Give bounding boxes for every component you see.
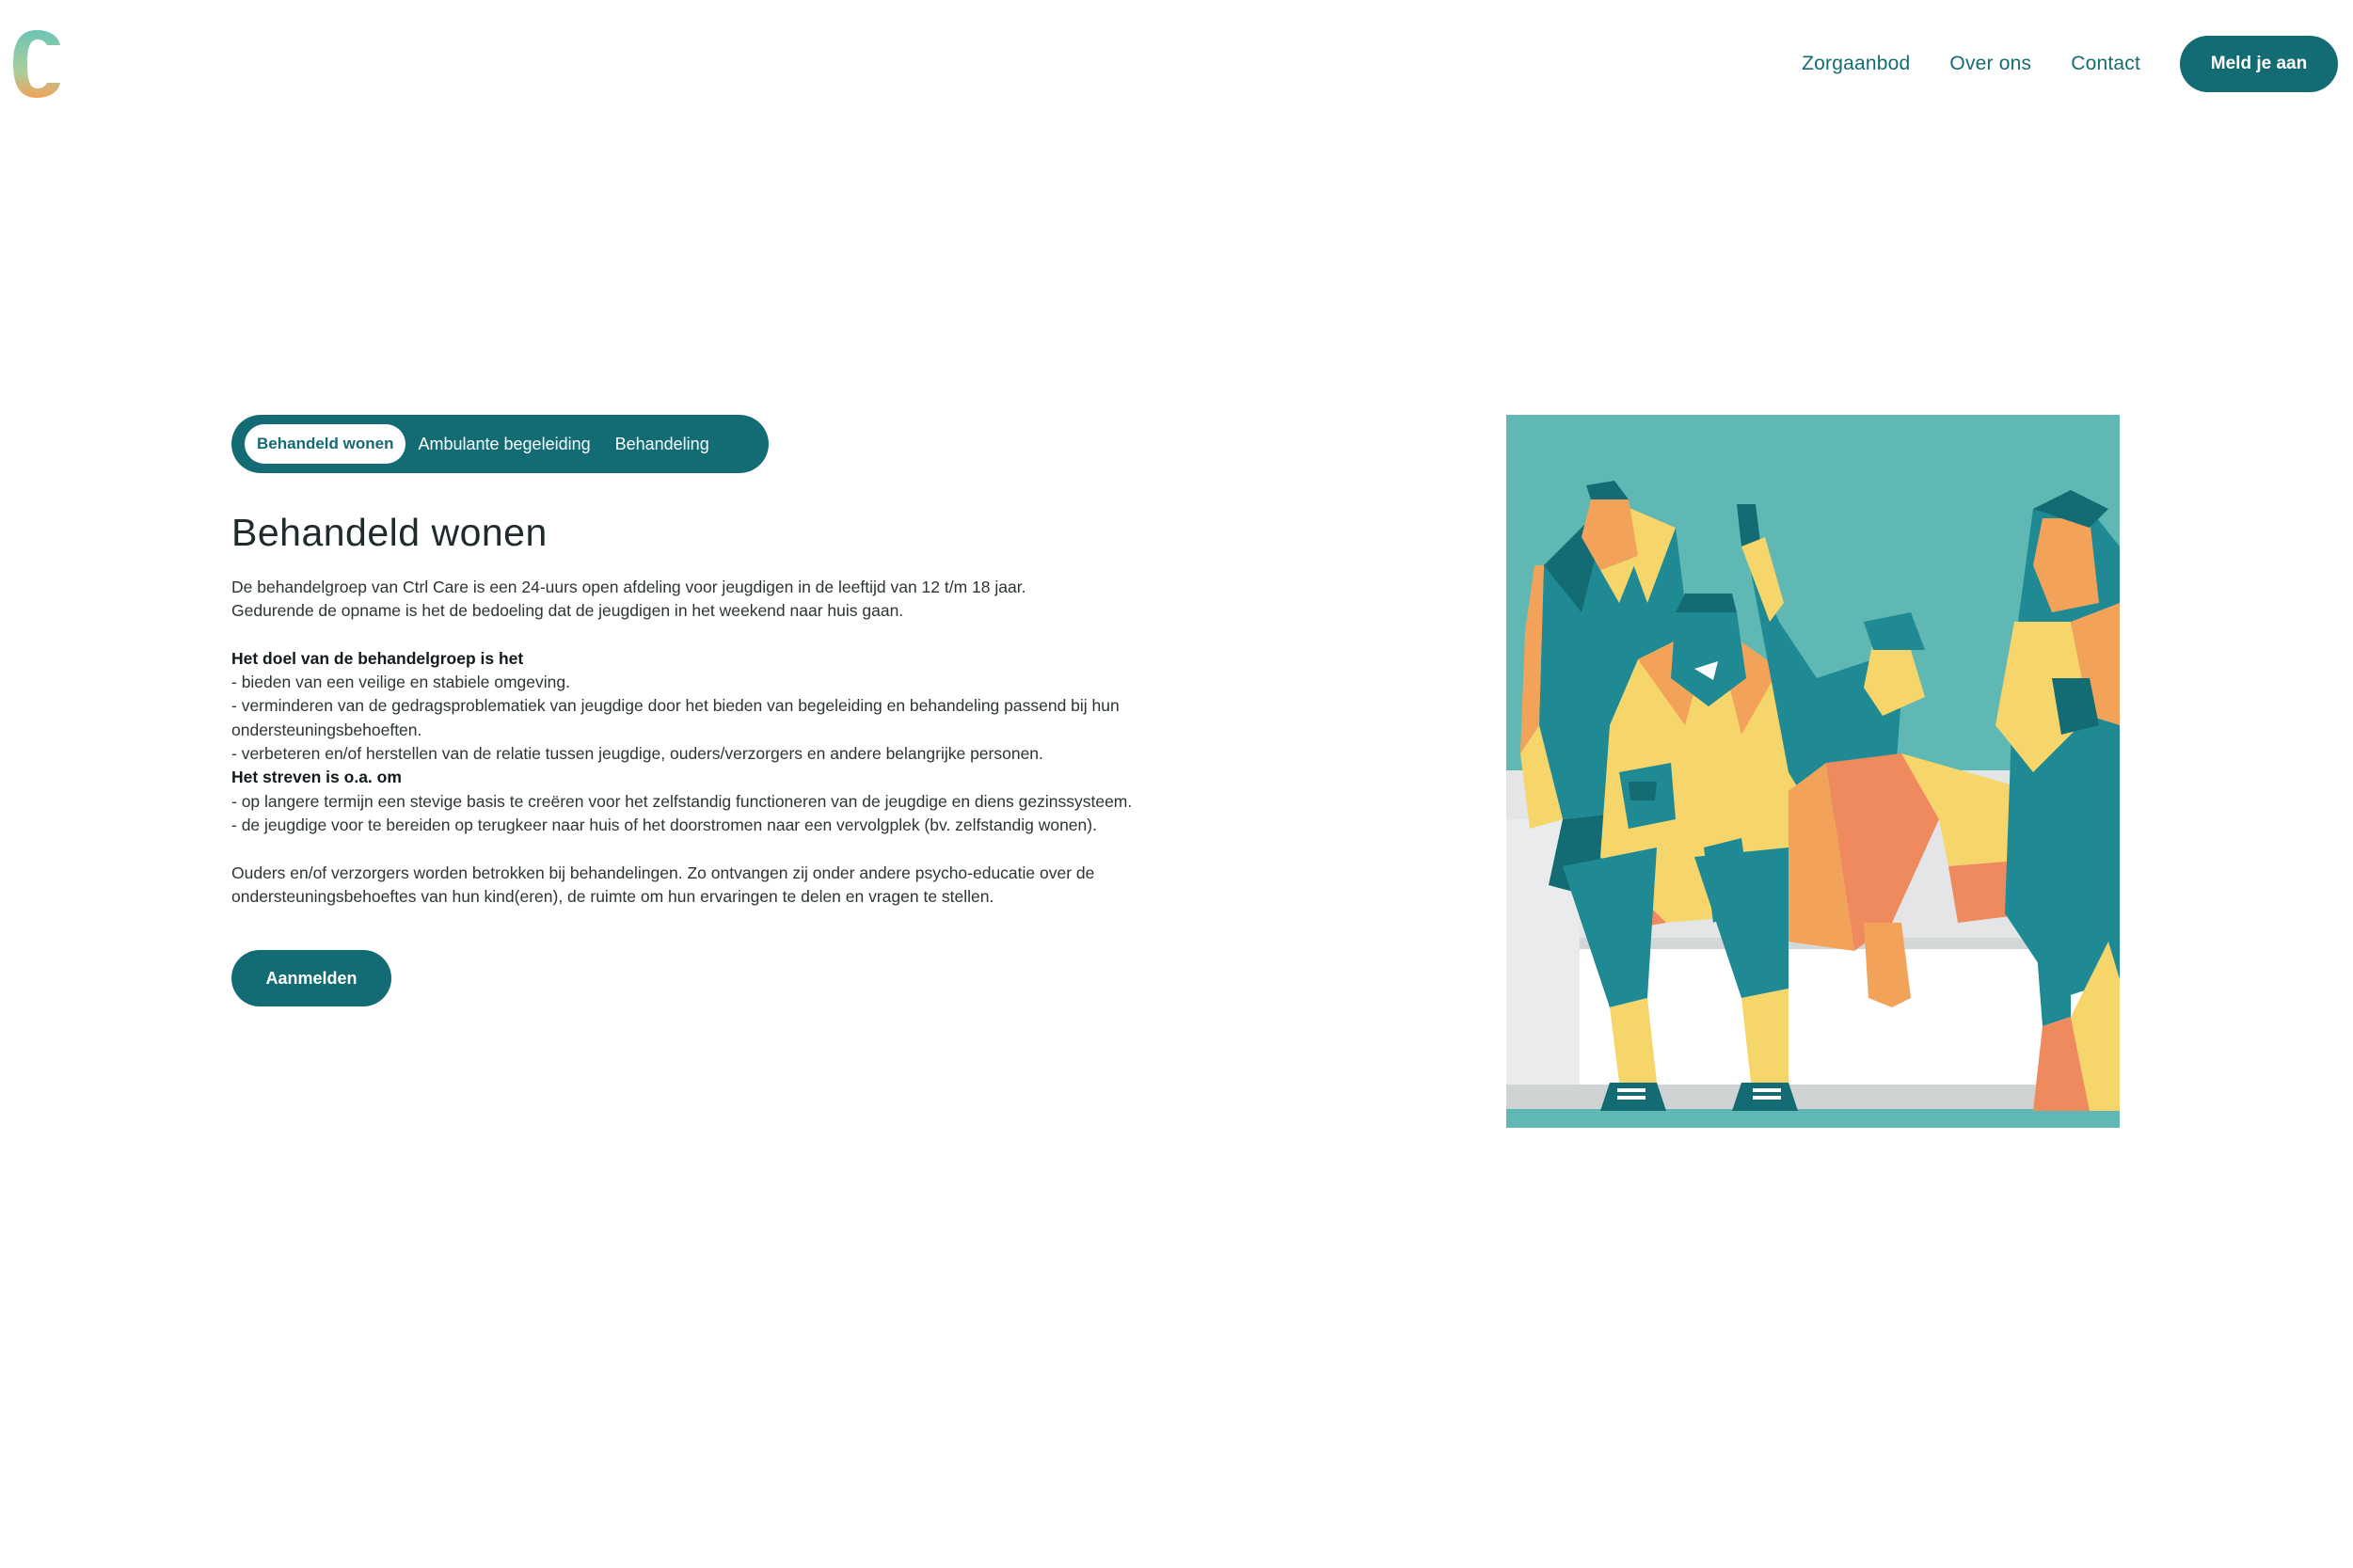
page-title: Behandeld wonen (231, 511, 548, 554)
goal-item: - bieden van een veilige en stabiele omg… (231, 673, 570, 692)
tab-behandeld-wonen[interactable]: Behandeld wonen (245, 424, 406, 464)
meld-je-aan-button[interactable]: Meld je aan (2180, 36, 2338, 92)
tab-ambulante-begeleiding[interactable]: Ambulante begeleiding (405, 424, 602, 464)
aanmelden-button[interactable]: Aanmelden (231, 950, 391, 1007)
nav-link-zorgaanbod[interactable]: Zorgaanbod (1802, 53, 1910, 75)
aim-item: - de jeugdige voor te bereiden op terugk… (231, 815, 1097, 834)
intro-paragraph-2: Gedurende de opname is het de bedoeling … (231, 601, 904, 621)
site-header: Zorgaanbod Over ons Contact Meld je aan (0, 0, 2353, 127)
main-content: Behandeld wonen Ambulante begeleiding Be… (231, 415, 1135, 1007)
aim-item: - op langere termijn een stevige basis t… (231, 791, 1133, 811)
description: De behandelgroep van Ctrl Care is een 24… (231, 576, 1135, 909)
ctrl-care-logo[interactable] (11, 28, 62, 100)
illustration-svg (1506, 415, 2120, 1128)
tab-behandeling[interactable]: Behandeling (603, 424, 722, 464)
main-nav: Zorgaanbod Over ons Contact Meld je aan (1802, 36, 2338, 92)
nav-link-over-ons[interactable]: Over ons (1949, 53, 2031, 75)
goal-item: - verminderen van de gedragsproblematiek… (231, 696, 1120, 739)
goal-item: - verbeteren en/of herstellen van de rel… (231, 744, 1043, 764)
aim-heading: Het streven is o.a. om (231, 768, 402, 787)
goal-heading: Het doel van de behandelgroep is het (231, 648, 524, 668)
intro-paragraph-1: De behandelgroep van Ctrl Care is een 24… (231, 578, 1026, 596)
parents-paragraph: Ouders en/of verzorgers worden betrokken… (231, 863, 1095, 906)
service-tabs: Behandeld wonen Ambulante begeleiding Be… (231, 415, 769, 473)
low-poly-youth-group-illustration (1506, 415, 2120, 1128)
nav-link-contact[interactable]: Contact (2071, 53, 2140, 75)
